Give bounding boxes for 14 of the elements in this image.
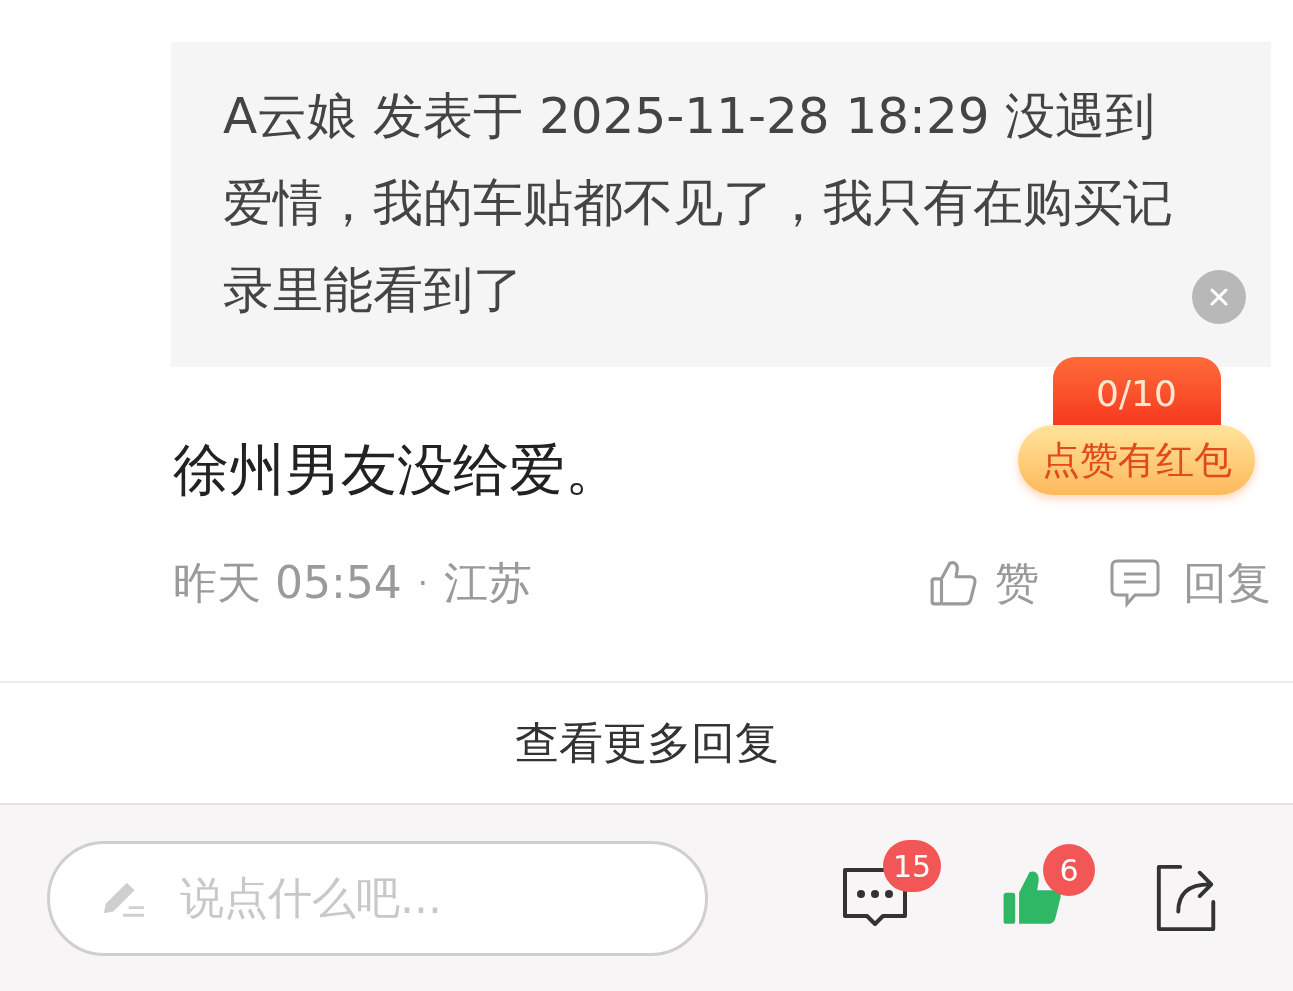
reward-button[interactable]: 点赞有红包 — [1018, 425, 1255, 495]
reply-button[interactable]: 回复 — [1109, 550, 1271, 616]
quoted-text: A云娘 发表于 2025-11-28 18:29 没遇到爱情，我的车贴都不见了，我只有在购买记录里能看到了 — [223, 86, 1174, 321]
comment-location: 江苏 — [443, 556, 532, 610]
speech-bubble-icon — [1109, 557, 1161, 609]
comment-time: 昨天 05:54 — [173, 556, 402, 610]
comment-count-badge: 15 — [883, 840, 941, 892]
like-button[interactable]: 赞 — [929, 550, 1039, 616]
close-icon — [1209, 287, 1229, 307]
like-count-badge: 6 — [1043, 844, 1095, 896]
more-replies-link[interactable]: 查看更多回复 — [514, 710, 779, 776]
separator-dot: · — [417, 563, 428, 604]
thumbs-up-icon — [929, 558, 979, 608]
comment-text: 徐州男友没给爱。 — [173, 436, 621, 504]
